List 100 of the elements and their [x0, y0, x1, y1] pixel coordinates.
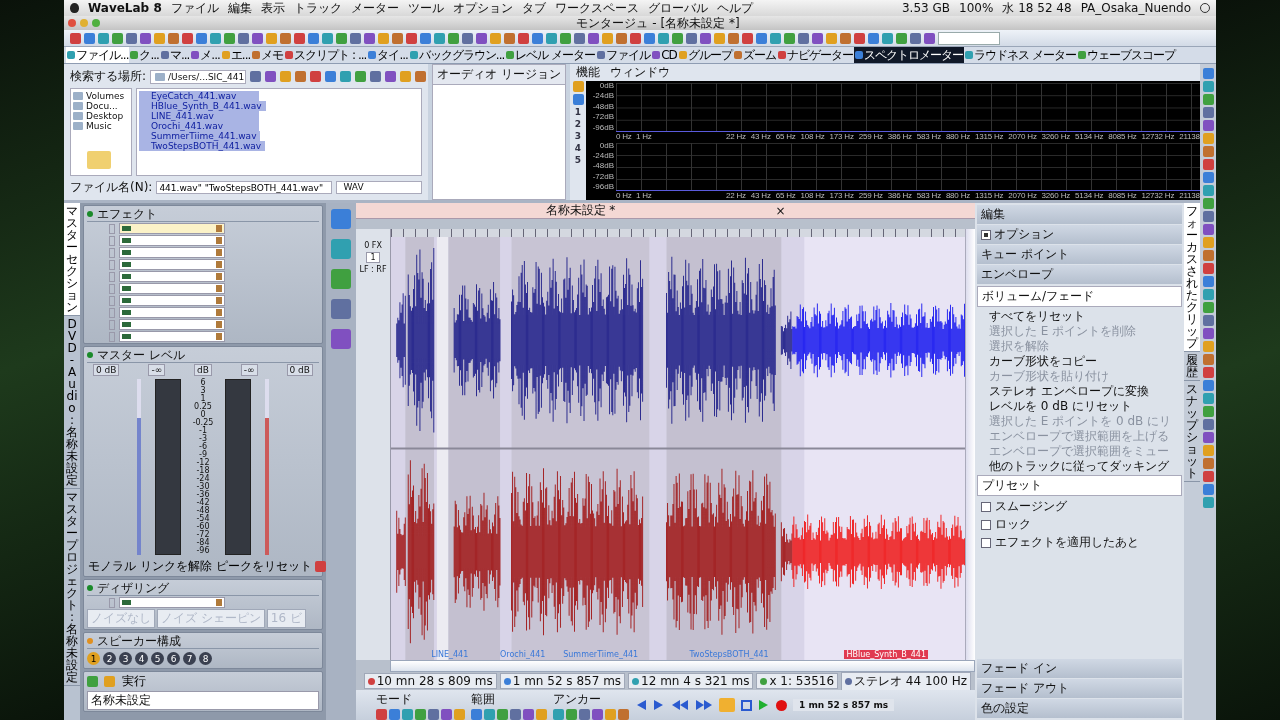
tool-icon[interactable] — [1202, 224, 1214, 235]
menu-item[interactable]: 機能 — [576, 64, 600, 81]
tool-tab[interactable]: バックグラウン... — [408, 47, 506, 63]
file-item[interactable]: HBlue_Synth_B_441.wav — [139, 101, 266, 111]
tool-icon[interactable] — [392, 32, 403, 44]
tool-icon[interactable] — [910, 32, 921, 44]
effect-slot[interactable] — [119, 319, 225, 330]
tool-icon[interactable] — [644, 32, 655, 44]
tool-icon[interactable] — [602, 32, 613, 44]
meter-button[interactable]: ピークをリセット — [215, 558, 313, 575]
mode-dropdown[interactable]: ボリューム/フェード — [977, 286, 1182, 307]
tool-icon[interactable] — [126, 32, 137, 44]
tool-tab[interactable]: ナビゲーター — [776, 47, 854, 63]
tool-icon[interactable] — [224, 32, 235, 44]
tool-icon[interactable] — [1202, 94, 1214, 105]
tool-icon[interactable] — [1202, 380, 1214, 391]
tool-icon[interactable] — [250, 71, 262, 82]
tool-icon[interactable] — [402, 708, 413, 720]
tool-icon[interactable] — [1202, 289, 1214, 300]
wrench-icon[interactable] — [572, 81, 584, 92]
tool-icon[interactable] — [497, 708, 508, 720]
folder-item[interactable]: Volumes — [73, 91, 129, 101]
menu-item[interactable]: ワークスペース — [554, 0, 639, 17]
tool-icon[interactable] — [1202, 315, 1214, 326]
scrollbar[interactable] — [390, 660, 975, 672]
tool-icon[interactable] — [370, 71, 382, 82]
checkbox[interactable] — [981, 519, 991, 530]
option-label[interactable]: スムージング — [995, 498, 1067, 515]
tool-tab[interactable]: メモ — [251, 47, 285, 63]
tool-icon[interactable] — [1202, 302, 1214, 313]
preset-button[interactable]: 5 — [574, 155, 582, 165]
tool-tab[interactable]: マ... — [159, 47, 191, 63]
speaker-button[interactable]: 4 — [135, 652, 148, 665]
speaker-button[interactable]: 8 — [199, 652, 212, 665]
menu-item[interactable]: ファイル — [170, 0, 219, 17]
menu-item[interactable]: 編集 — [227, 0, 252, 17]
tool-icon[interactable] — [588, 32, 599, 44]
close-button[interactable]: × — [775, 203, 786, 218]
track-number[interactable]: 1 — [366, 252, 380, 263]
tool-icon[interactable] — [406, 32, 417, 44]
effect-slot[interactable] — [119, 283, 225, 294]
effect-slot[interactable] — [119, 223, 225, 234]
tool-tab[interactable]: ク... — [129, 47, 160, 63]
tool-icon[interactable] — [140, 32, 151, 44]
tool-icon[interactable] — [1202, 120, 1214, 131]
tool-icon[interactable] — [1202, 484, 1214, 495]
tool-icon[interactable] — [378, 32, 389, 44]
tool-icon[interactable] — [415, 708, 426, 720]
tool-icon[interactable] — [812, 32, 823, 44]
speaker-button[interactable]: 2 — [103, 652, 116, 665]
menu-item[interactable]: グローバル — [647, 0, 708, 17]
file-item[interactable]: Orochi_441.wav — [139, 121, 259, 131]
play-icon[interactable] — [758, 699, 770, 711]
envelope-action[interactable]: カーブ形状をコピー — [977, 354, 1182, 368]
tool-icon[interactable] — [1202, 68, 1214, 79]
tool-icon[interactable] — [868, 32, 879, 44]
zoom-dropdown[interactable] — [938, 31, 1000, 45]
tool-icon[interactable] — [854, 32, 865, 44]
tool-icon[interactable] — [265, 71, 277, 82]
tool-icon[interactable] — [168, 32, 179, 44]
meter-button[interactable]: リンクを解除 — [139, 558, 213, 575]
menu-item[interactable]: ツール — [407, 0, 444, 17]
tool-tab[interactable]: エ... — [220, 47, 252, 63]
tool-icon[interactable] — [1202, 81, 1214, 92]
tool-tab[interactable]: レベル メーター — [505, 47, 597, 63]
tool-icon[interactable] — [1202, 198, 1214, 209]
tool-icon[interactable] — [1202, 432, 1214, 443]
path-dropdown[interactable]: /Users/...SIC_441 — [150, 69, 247, 84]
tool-icon[interactable] — [840, 32, 851, 44]
filetype-dropdown[interactable]: WAV — [336, 181, 422, 194]
section-header[interactable]: フェード アウト — [977, 679, 1182, 698]
section-header[interactable]: エンベロープ — [977, 265, 1182, 284]
tool-icon[interactable] — [310, 71, 322, 82]
tool-icon[interactable] — [518, 32, 529, 44]
menu-item[interactable]: メーター — [350, 0, 399, 17]
tool-icon[interactable] — [1202, 276, 1214, 287]
record-icon[interactable] — [776, 699, 787, 711]
rewind-icon[interactable] — [671, 699, 689, 711]
tool-icon[interactable] — [428, 708, 439, 720]
tool-icon[interactable] — [471, 708, 482, 720]
speaker-button[interactable]: 1 — [87, 652, 100, 665]
envelope-action[interactable]: レベルを 0 dB にリセット — [977, 399, 1182, 413]
effect-slot[interactable] — [119, 597, 225, 608]
tool-icon[interactable] — [389, 708, 400, 720]
render-button[interactable]: 実行 — [121, 673, 147, 690]
tool-tab[interactable]: タイ... — [367, 47, 409, 63]
envelope-action[interactable]: ステレオ エンベロープに変換 — [977, 384, 1182, 398]
tool-icon[interactable] — [560, 32, 571, 44]
file-item[interactable]: SummerTiime_441.wav — [139, 131, 261, 141]
tool-icon[interactable] — [448, 32, 459, 44]
file-item[interactable]: TwoStepsBOTH_441.wav — [139, 141, 266, 151]
menu-item[interactable]: ウィンドウ — [610, 64, 670, 81]
tool-icon[interactable] — [1202, 159, 1214, 170]
tool-tab[interactable]: ズーム — [732, 47, 777, 63]
tool-icon[interactable] — [616, 32, 627, 44]
tool-icon[interactable] — [924, 32, 935, 44]
file-item[interactable]: EyeCatch_441.wav — [139, 91, 259, 101]
tool-icon[interactable] — [355, 71, 367, 82]
zoom-icon[interactable] — [92, 19, 100, 27]
tool-icon[interactable] — [1202, 393, 1214, 404]
